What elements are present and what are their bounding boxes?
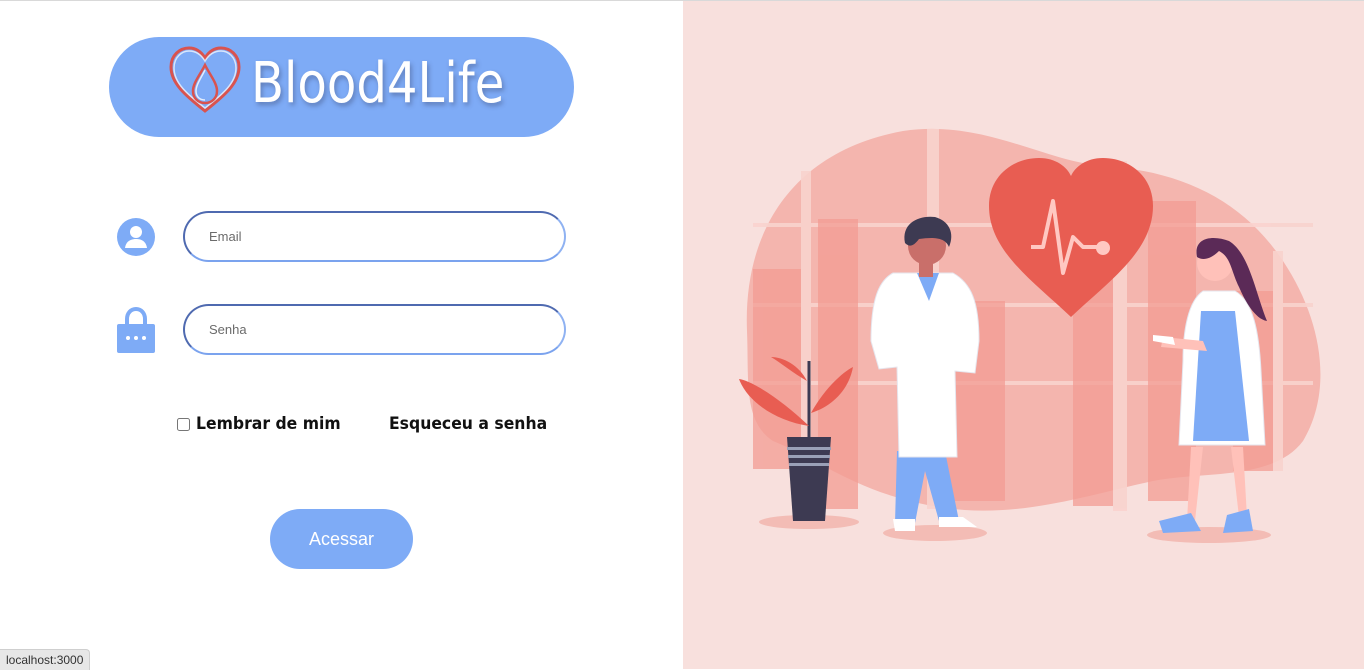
remember-me[interactable]: Lembrar de mim bbox=[176, 414, 353, 434]
user-icon bbox=[117, 218, 155, 256]
brand-logo: Blood4Life bbox=[109, 37, 574, 137]
password-field[interactable] bbox=[183, 304, 566, 355]
login-panel: Blood4Life Lembrar de mim Esqueceu a sen… bbox=[0, 1, 683, 669]
remember-me-label: Lembrar de mim bbox=[196, 414, 341, 434]
heart-drop-logo-icon bbox=[169, 46, 241, 113]
remember-me-checkbox[interactable] bbox=[177, 417, 190, 431]
browser-status-url: localhost:3000 bbox=[0, 649, 91, 670]
brand-name: Blood4Life bbox=[251, 51, 505, 116]
forgot-password-link[interactable]: Esqueceu a senha bbox=[389, 414, 547, 434]
email-field[interactable] bbox=[183, 211, 566, 262]
submit-button[interactable]: Acessar bbox=[270, 509, 413, 569]
doctors-illustration bbox=[739, 128, 1321, 543]
illustration-panel bbox=[683, 1, 1364, 669]
lock-icon bbox=[117, 307, 155, 353]
